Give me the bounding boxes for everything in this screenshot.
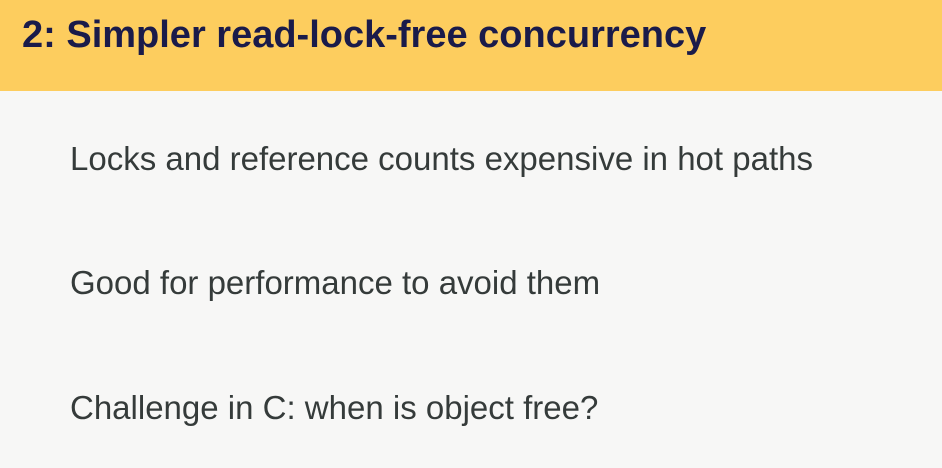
bullet-item: Challenge in C: when is object free? [70, 389, 599, 426]
title-bar: 2: Simpler read-lock-free concurrency [0, 0, 942, 91]
slide: 2: Simpler read-lock-free concurrency Lo… [0, 0, 942, 468]
slide-title: 2: Simpler read-lock-free concurrency [22, 14, 707, 56]
bullet-item: Locks and reference counts expensive in … [70, 140, 813, 177]
bullet-item: Good for performance to avoid them [70, 264, 601, 301]
